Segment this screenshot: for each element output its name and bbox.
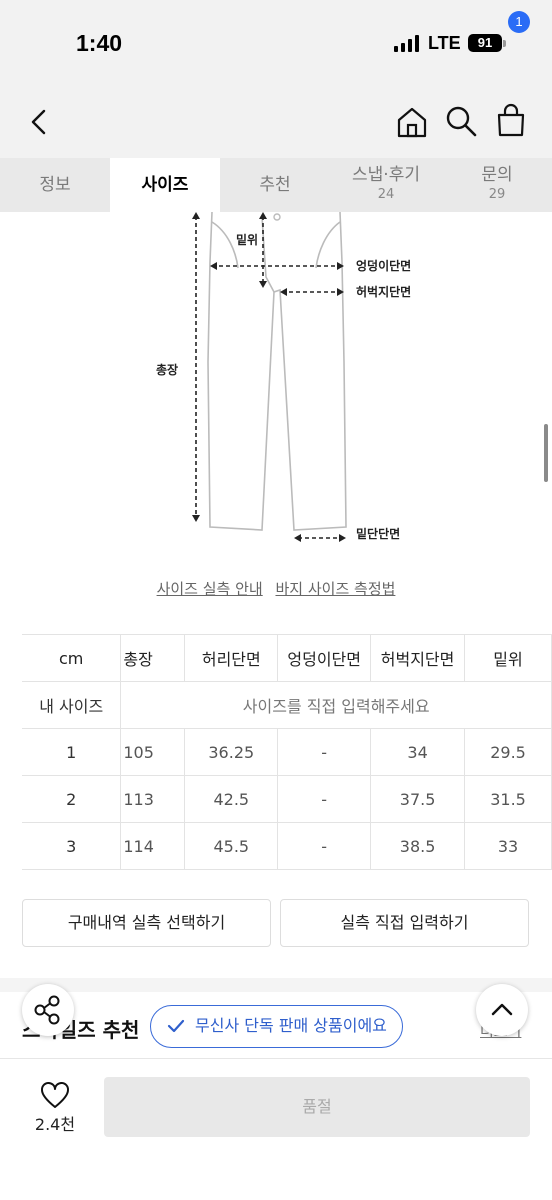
sold-out-button: 품절 (104, 1077, 530, 1137)
table-cell: 45.5 (184, 822, 279, 870)
tab-label: 스냅·후기 (352, 165, 420, 185)
like-count: 2.4천 (34, 1115, 76, 1134)
chevron-up-icon (491, 1003, 513, 1016)
pants-measurement-diagram: 밑위 엉덩이단면 허벅지단면 총장 밑단단면 (156, 212, 411, 542)
tab-label: 추천 (259, 175, 291, 195)
table-cell: 33 (464, 822, 552, 870)
table-header: 밑위 (464, 634, 552, 682)
status-bar: 1:40 LTE 91 (0, 0, 552, 90)
tab-info[interactable]: 정보 (0, 158, 110, 212)
tab-size[interactable]: 사이즈 (110, 158, 220, 212)
table-cell: 38.5 (370, 822, 466, 870)
cart-badge: 1 (508, 11, 530, 33)
share-icon (34, 995, 60, 1025)
label-hem: 밑단단면 (356, 526, 400, 541)
size-table: cm 총장 허리단면 엉덩이단면 허벅지단면 밑위 내 사이즈 사이즈를 직접 … (22, 634, 552, 870)
table-header: 허벅지단면 (370, 634, 466, 682)
table-cell: - (277, 775, 372, 823)
status-time: 1:40 (76, 30, 123, 56)
battery-tip (503, 40, 506, 47)
tab-inquiry[interactable]: 문의 29 (442, 158, 552, 212)
scroll-top-button[interactable] (476, 984, 528, 1036)
my-size-row[interactable]: 내 사이즈 사이즈를 직접 입력해주세요 (22, 681, 552, 729)
table-row: 3 114 45.5 - 38.5 33 (22, 822, 552, 870)
table-cell: 3 (22, 822, 122, 870)
tab-label: 문의 (481, 165, 513, 185)
table-header: cm (22, 634, 122, 682)
guide-links: 사이즈 실측 안내 바지 사이즈 측정법 (0, 578, 552, 599)
table-cell: 36.25 (184, 728, 279, 776)
scroll-indicator (544, 424, 548, 482)
table-cell: 31.5 (464, 775, 552, 823)
table-row: 1 105 36.25 - 34 29.5 (22, 728, 552, 776)
section-divider (0, 978, 552, 992)
check-icon (167, 1019, 185, 1033)
tab-label: 정보 (39, 175, 71, 195)
table-cell: 2 (22, 775, 122, 823)
pants-outline (207, 212, 347, 531)
table-cell: 34 (370, 728, 466, 776)
purchase-history-button[interactable]: 구매내역 실측 선택하기 (22, 899, 271, 947)
table-cell: 105 (120, 728, 186, 776)
table-cell: - (277, 728, 372, 776)
my-size-input[interactable]: 사이즈를 직접 입력해주세요 (120, 681, 552, 729)
table-cell: 113 (120, 775, 186, 823)
table-header: 허리단면 (184, 634, 279, 682)
home-icon[interactable] (394, 104, 430, 140)
exclusive-badge: 무신사 단독 판매 상품이에요 (150, 1005, 403, 1048)
table-header: 엉덩이단면 (277, 634, 372, 682)
share-button[interactable] (22, 984, 74, 1036)
nav-bar (0, 90, 552, 158)
table-cell: 29.5 (464, 728, 552, 776)
table-cell: - (277, 822, 372, 870)
cart-icon[interactable] (493, 102, 529, 138)
search-icon[interactable] (444, 104, 478, 138)
table-row: 2 113 42.5 - 37.5 31.5 (22, 775, 552, 823)
tab-recommend[interactable]: 추천 (220, 158, 330, 212)
signal-icon (394, 34, 419, 52)
measure-method-link[interactable]: 바지 사이즈 측정법 (275, 580, 395, 598)
tab-label: 사이즈 (141, 175, 189, 195)
exclusive-badge-text: 무신사 단독 판매 상품이에요 (195, 1016, 387, 1035)
tab-count: 29 (488, 187, 506, 202)
heart-icon[interactable] (40, 1081, 70, 1109)
label-rise: 밑위 (236, 232, 258, 247)
size-guide-link[interactable]: 사이즈 실측 안내 (157, 580, 263, 598)
label-thigh: 허벅지단면 (356, 284, 411, 299)
label-hip: 엉덩이단면 (356, 258, 411, 273)
table-cell: 42.5 (184, 775, 279, 823)
table-header-row: cm 총장 허리단면 엉덩이단면 허벅지단면 밑위 (22, 634, 552, 682)
tab-count: 24 (377, 187, 395, 202)
table-header: 총장 (120, 634, 186, 682)
tab-snap-review[interactable]: 스냅·후기 24 (331, 158, 441, 212)
battery-icon: 91 (468, 34, 502, 52)
bottom-bar: 2.4천 품절 (0, 1058, 552, 1200)
tab-bar: 정보 사이즈 추천 스냅·후기 24 문의 29 (0, 158, 552, 212)
back-icon[interactable] (24, 106, 56, 138)
my-size-label: 내 사이즈 (22, 681, 122, 729)
table-cell: 1 (22, 728, 122, 776)
direct-input-button[interactable]: 실측 직접 입력하기 (280, 899, 529, 947)
table-cell: 114 (120, 822, 186, 870)
table-cell: 37.5 (370, 775, 466, 823)
network-label: LTE (428, 33, 461, 53)
label-total-length: 총장 (156, 362, 178, 377)
